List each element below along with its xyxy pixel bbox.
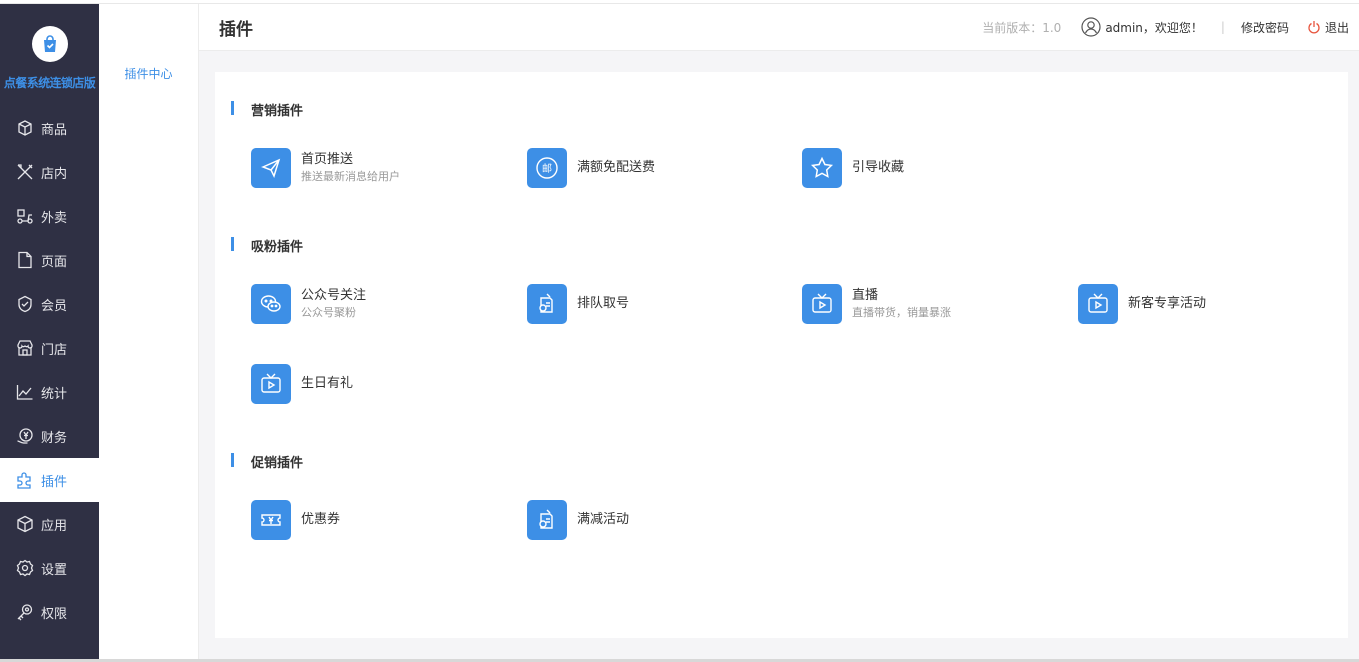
nav-label: 统计 [41, 386, 68, 402]
shop-logo-icon[interactable] [31, 26, 68, 62]
nav-item-store[interactable]: 门店 [0, 326, 99, 370]
nav-item-goods[interactable]: 商品 [0, 106, 99, 150]
plugin-name: 直播 [852, 288, 879, 303]
secondary-sidebar: 插件中心 [99, 4, 199, 662]
store-icon [15, 338, 35, 358]
plugin-coupon[interactable]: 优惠券 [251, 500, 340, 540]
plugin-desc: 推送最新消息给用户 [301, 170, 400, 183]
wechat-icon [251, 284, 291, 324]
nav-label: 会员 [41, 298, 68, 314]
nav-label: 插件 [41, 474, 68, 490]
member-icon [15, 294, 35, 314]
scooter-icon [15, 206, 35, 226]
plugin-name: 首页推送 [301, 152, 354, 167]
nav-item-dine-in[interactable]: 店内 [0, 150, 99, 194]
send-icon [251, 148, 291, 188]
user-icon [1081, 17, 1101, 37]
box-icon [15, 118, 35, 138]
user-info[interactable]: admin，欢迎您！ [1081, 17, 1203, 37]
gear-icon [15, 558, 35, 578]
plugin-name: 引导收藏 [852, 160, 905, 175]
plugin-full-reduction[interactable]: 满减活动 [527, 500, 629, 540]
plugin-birthday-gift[interactable]: 生日有礼 [251, 364, 353, 404]
nav-item-member[interactable]: 会员 [0, 282, 99, 326]
plugin-desc: 公众号聚粉 [301, 306, 356, 319]
top-header: 插件 当前版本：1.0 admin，欢迎您！ | 修改密码 退出 [199, 4, 1359, 51]
main-nav: 商品 店内 外卖 页面 会员 门店 统计 财务 插件 应用 设置 权限 [0, 106, 99, 634]
change-password-link[interactable]: 修改密码 [1241, 19, 1289, 36]
star-icon [802, 148, 842, 188]
plugin-official-account-follow[interactable]: 公众号关注 公众号聚粉 [251, 284, 366, 324]
section-title-fans: 吸粉插件 [231, 236, 303, 255]
logout-label: 退出 [1324, 20, 1349, 35]
finance-icon [15, 426, 35, 446]
plugin-name: 生日有礼 [301, 376, 354, 391]
queue-ticket-icon [527, 500, 567, 540]
main-sidebar: 点餐系统连锁店版 商品 店内 外卖 页面 会员 门店 统计 财务 插件 应用 设… [0, 4, 99, 662]
plugin-name: 优惠券 [301, 512, 341, 527]
nav-label: 设置 [41, 562, 68, 578]
nav-label: 外卖 [41, 210, 68, 226]
nav-label: 应用 [41, 518, 68, 534]
utensils-icon [15, 162, 35, 182]
plugin-name: 新客专享活动 [1128, 296, 1207, 311]
live-tv-icon [802, 284, 842, 324]
nav-item-plugins[interactable]: 插件 [0, 458, 99, 502]
live-tv-icon [251, 364, 291, 404]
header-right: 当前版本：1.0 admin，欢迎您！ | 修改密码 退出 [982, 17, 1359, 37]
plugin-name: 排队取号 [577, 296, 630, 311]
nav-label: 门店 [41, 342, 68, 358]
page-icon [15, 250, 35, 270]
key-icon [15, 602, 35, 622]
plugin-guide-favorite[interactable]: 引导收藏 [802, 148, 904, 188]
plugin-name: 满减活动 [577, 512, 630, 527]
queue-ticket-icon [527, 284, 567, 324]
nav-item-statistics[interactable]: 统计 [0, 370, 99, 414]
mail-badge-icon: 邮 [527, 148, 567, 188]
section-title-marketing: 营销插件 [231, 100, 303, 119]
plugin-new-customer-activity[interactable]: 新客专享活动 [1078, 284, 1206, 324]
plugin-name: 满额免配送费 [577, 160, 656, 175]
user-greeting: admin，欢迎您！ [1105, 20, 1203, 35]
nav-label: 权限 [41, 606, 68, 622]
nav-item-finance[interactable]: 财务 [0, 414, 99, 458]
plugin-homepage-push[interactable]: 首页推送 推送最新消息给用户 [251, 148, 400, 188]
logout-button[interactable]: 退出 [1307, 19, 1349, 36]
nav-item-settings[interactable]: 设置 [0, 546, 99, 590]
power-icon [1308, 21, 1320, 34]
live-tv-icon [1078, 284, 1118, 324]
nav-item-page[interactable]: 页面 [0, 238, 99, 282]
plugin-content: 营销插件 首页推送 推送最新消息给用户 邮 满额免配送费 引导收藏 吸粉插件 公… [215, 72, 1348, 638]
plugin-name: 公众号关注 [301, 288, 367, 303]
page-title: 插件 [219, 19, 253, 40]
cube-icon [15, 514, 35, 534]
plugin-live[interactable]: 直播 直播带货，销量暴涨 [802, 284, 951, 324]
shop-name: 点餐系统连锁店版 [3, 76, 96, 90]
svg-text:邮: 邮 [542, 162, 552, 175]
plugin-desc: 直播带货，销量暴涨 [852, 306, 951, 319]
nav-label: 店内 [41, 166, 68, 182]
section-title-promo: 促销插件 [231, 452, 303, 471]
nav-item-apps[interactable]: 应用 [0, 502, 99, 546]
version-text: 当前版本：1.0 [982, 20, 1062, 35]
nav-label: 商品 [41, 122, 68, 138]
coupon-icon [251, 500, 291, 540]
plugin-queue-number[interactable]: 排队取号 [527, 284, 629, 324]
logo-area: 点餐系统连锁店版 [0, 4, 99, 98]
subnav-plugin-center[interactable]: 插件中心 [99, 65, 198, 82]
nav-label: 页面 [41, 254, 68, 270]
puzzle-icon [15, 470, 35, 490]
nav-label: 财务 [41, 430, 68, 446]
nav-item-permissions[interactable]: 权限 [0, 590, 99, 634]
header-separator: | [1220, 20, 1225, 34]
chart-icon [15, 382, 35, 402]
nav-item-takeout[interactable]: 外卖 [0, 194, 99, 238]
plugin-free-delivery[interactable]: 邮 满额免配送费 [527, 148, 655, 188]
